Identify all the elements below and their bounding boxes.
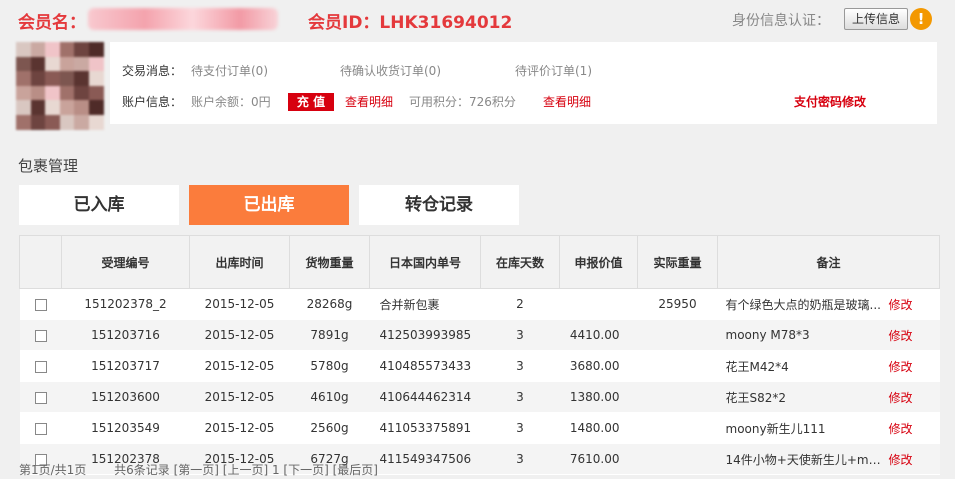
cell-actual-weight: [637, 319, 718, 351]
account-info-label: 账户信息：: [122, 95, 183, 109]
table-row: 151203600 2015-12-05 4610g 410644462314 …: [19, 381, 940, 413]
header-actual-weight: 实际重量: [637, 235, 718, 289]
header-jp-tracking: 日本国内单号: [369, 235, 481, 289]
tab-transfer-record[interactable]: 转仓记录: [359, 185, 519, 225]
cell-out-date: 2015-12-05: [189, 412, 290, 444]
points-detail-link[interactable]: 查看明细: [543, 93, 591, 110]
edit-link[interactable]: 修改: [887, 443, 940, 475]
pagination-links[interactable]: 共6条记录 [第一页] [上一页] 1 [下一页] [最后页]: [114, 463, 378, 477]
member-id: 会员ID：LHK31694012: [308, 13, 513, 33]
cell-actual-weight: [637, 381, 718, 413]
cell-out-date: 2015-12-05: [189, 288, 290, 320]
id-verify-label: 身份信息认证：: [732, 13, 830, 29]
payment-password-link[interactable]: 支付密码修改: [794, 93, 866, 110]
table-row: 151202378_2 2015-12-05 28268g 合并新包裹 2 25…: [19, 288, 940, 320]
header-out-date: 出库时间: [189, 235, 290, 289]
table-row: 151203716 2015-12-05 7891g 412503993985 …: [19, 319, 940, 351]
row-checkbox[interactable]: [34, 391, 47, 404]
points-text: 可用积分：726积分: [409, 95, 516, 109]
pending-payment-link[interactable]: 待支付订单(0): [191, 62, 268, 79]
cell-note: 有个绿色大点的奶瓶是玻璃...: [717, 288, 888, 320]
cell-weight: 2560g: [289, 412, 370, 444]
section-title: 包裹管理: [18, 157, 79, 175]
cell-jp-tracking: 412503993985: [369, 319, 481, 351]
tab-in-stock[interactable]: 已入库: [19, 185, 179, 225]
cell-days: 3: [480, 381, 560, 413]
cell-note: moony M78*3: [717, 319, 888, 351]
recharge-button[interactable]: 充 值: [288, 93, 334, 111]
cell-weight: 4610g: [289, 381, 370, 413]
page-info: 第1页/共1页: [19, 463, 87, 477]
cell-weight: 7891g: [289, 319, 370, 351]
pending-review-link[interactable]: 待评价订单(1): [515, 62, 592, 79]
package-table: 受理编号 出库时间 货物重量 日本国内单号 在库天数 申报价值 实际重量 备注 …: [19, 235, 941, 475]
header-note: 备注: [716, 235, 941, 289]
cell-actual-weight: [637, 350, 718, 382]
cell-value: 7610.00: [559, 443, 638, 475]
header-days-in-stock: 在库天数: [480, 235, 560, 289]
avatar: [16, 42, 104, 130]
edit-link[interactable]: 修改: [887, 288, 940, 320]
cell-days: 2: [480, 288, 560, 320]
row-checkbox[interactable]: [34, 360, 47, 373]
warning-icon: !: [910, 8, 932, 30]
table-row: 151203549 2015-12-05 2560g 411053375891 …: [19, 412, 940, 444]
pending-receipt-link[interactable]: 待确认收货订单(0): [340, 62, 441, 79]
cell-value: 1480.00: [559, 412, 638, 444]
cell-accept-no: 151203549: [61, 412, 190, 444]
cell-actual-weight: [637, 412, 718, 444]
table-header-row: 受理编号 出库时间 货物重量 日本国内单号 在库天数 申报价值 实际重量 备注: [19, 235, 941, 289]
account-info-panel: [110, 42, 937, 124]
cell-days: 3: [480, 350, 560, 382]
edit-link[interactable]: 修改: [887, 412, 940, 444]
row-checkbox[interactable]: [34, 422, 47, 435]
cell-jp-tracking: 411053375891: [369, 412, 481, 444]
balance-detail-link[interactable]: 查看明细: [345, 93, 393, 110]
balance-text: 账户余额：0円: [191, 95, 271, 109]
edit-link[interactable]: 修改: [887, 381, 940, 413]
cell-jp-tracking: 410644462314: [369, 381, 481, 413]
edit-link[interactable]: 修改: [887, 319, 940, 351]
cell-days: 3: [480, 412, 560, 444]
tab-shipped[interactable]: 已出库: [189, 185, 349, 225]
cell-weight: 5780g: [289, 350, 370, 382]
member-header: 会员名： 会员ID：LHK31694012 身份信息认证： 上传信息 !: [0, 0, 955, 38]
pagination: 第1页/共1页 共6条记录 [第一页] [上一页] 1 [下一页] [最后页]: [19, 461, 402, 478]
cell-jp-tracking: 合并新包裹: [369, 288, 481, 320]
cell-note: 花王S82*2: [717, 381, 888, 413]
trade-message-label: 交易消息：: [122, 64, 183, 78]
cell-out-date: 2015-12-05: [189, 381, 290, 413]
edit-link[interactable]: 修改: [887, 350, 940, 382]
cell-accept-no: 151203717: [61, 350, 190, 382]
cell-actual-weight: [637, 443, 718, 475]
row-checkbox[interactable]: [34, 329, 47, 342]
cell-note: moony新生儿111: [717, 412, 888, 444]
member-name-redacted: [88, 8, 278, 30]
table-row: 151203717 2015-12-05 5780g 410485573433 …: [19, 350, 940, 382]
cell-accept-no: 151202378_2: [61, 288, 190, 320]
member-name-label: 会员名：: [18, 13, 86, 33]
cell-days: 3: [480, 319, 560, 351]
row-checkbox[interactable]: [34, 298, 47, 311]
cell-accept-no: 151203600: [61, 381, 190, 413]
header-declared-value: 申报价值: [559, 235, 638, 289]
cell-note: 花王M42*4: [717, 350, 888, 382]
header-accept-no: 受理编号: [61, 235, 190, 289]
cell-note: 14件小物+天使新生儿+moonyS: [717, 443, 888, 475]
cell-jp-tracking: 410485573433: [369, 350, 481, 382]
cell-value: 3680.00: [559, 350, 638, 382]
cell-weight: 28268g: [289, 288, 370, 320]
cell-out-date: 2015-12-05: [189, 350, 290, 382]
cell-value: [559, 288, 638, 320]
cell-actual-weight: 25950: [637, 288, 718, 320]
header-weight: 货物重量: [289, 235, 370, 289]
header-checkbox: [19, 235, 62, 289]
cell-value: 4410.00: [559, 319, 638, 351]
cell-value: 1380.00: [559, 381, 638, 413]
cell-days: 3: [480, 443, 560, 475]
cell-accept-no: 151203716: [61, 319, 190, 351]
cell-out-date: 2015-12-05: [189, 319, 290, 351]
upload-info-button[interactable]: 上传信息: [844, 8, 908, 30]
